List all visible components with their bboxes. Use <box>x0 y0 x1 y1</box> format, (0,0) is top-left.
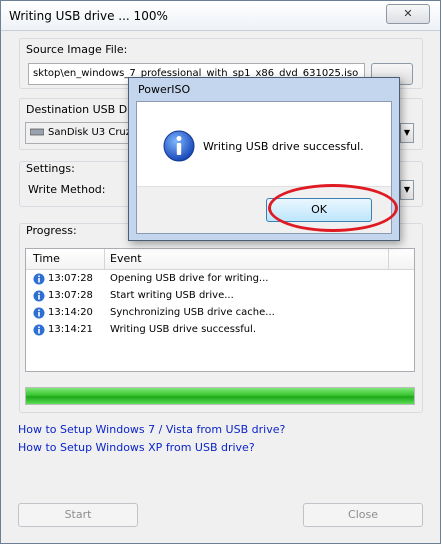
event-text: Opening USB drive for writing... <box>110 273 269 284</box>
event-time: 13:14:21 <box>48 324 93 335</box>
link-setup-windowsxp[interactable]: How to Setup Windows XP from USB drive? <box>18 441 255 454</box>
event-time: 13:14:20 <box>48 307 93 318</box>
info-icon <box>33 290 45 302</box>
link-setup-windows7[interactable]: How to Setup Windows 7 / Vista from USB … <box>18 423 285 436</box>
list-item[interactable]: 13:14:20 Synchronizing USB drive cache..… <box>26 305 414 322</box>
list-item[interactable]: 13:07:28 Opening USB drive for writing..… <box>26 271 414 288</box>
event-time: 13:07:28 <box>48 290 93 301</box>
info-icon <box>33 307 45 319</box>
close-button[interactable]: Close <box>303 503 423 527</box>
settings-label: Settings: <box>26 162 75 175</box>
event-text: Start writing USB drive... <box>110 290 234 301</box>
progress-label: Progress: <box>26 224 77 237</box>
destination-value: SanDisk U3 Cruze <box>48 127 133 138</box>
write-method-label: Write Method: <box>28 183 106 196</box>
event-log-header: Time Event <box>26 249 414 270</box>
source-label: Source Image File: <box>26 43 128 56</box>
info-icon <box>163 130 195 162</box>
destination-select[interactable]: SanDisk U3 Cruze <box>25 122 133 144</box>
destination-dropdown-arrow[interactable]: ▼ <box>400 123 414 143</box>
dialog-title: PowerISO <box>138 83 191 96</box>
column-divider <box>104 249 105 269</box>
list-item[interactable]: 13:14:21 Writing USB drive successful. <box>26 322 414 339</box>
column-time[interactable]: Time <box>33 252 60 265</box>
window-close-button[interactable]: ✕ <box>386 4 430 24</box>
event-text: Synchronizing USB drive cache... <box>110 307 275 318</box>
column-divider <box>388 249 389 269</box>
event-log-list[interactable]: Time Event 13:07:28 Opening USB drive fo… <box>25 248 415 372</box>
title-bar: Writing USB drive ... 100% ✕ <box>1 1 440 31</box>
event-time: 13:07:28 <box>48 273 93 284</box>
progress-bar-fill <box>26 388 414 404</box>
highlight-circle-annotation <box>268 184 398 232</box>
list-item[interactable]: 13:07:28 Start writing USB drive... <box>26 288 414 305</box>
window-title: Writing USB drive ... 100% <box>9 9 168 23</box>
write-method-dropdown-arrow[interactable]: ▼ <box>400 180 414 200</box>
progress-bar <box>25 387 415 405</box>
dialog-message: Writing USB drive successful. <box>203 140 364 153</box>
start-button[interactable]: Start <box>18 503 138 527</box>
info-icon <box>33 324 45 336</box>
event-text: Writing USB drive successful. <box>110 324 257 335</box>
column-event[interactable]: Event <box>110 252 142 265</box>
info-icon <box>33 273 45 285</box>
usb-drive-icon <box>29 128 45 136</box>
